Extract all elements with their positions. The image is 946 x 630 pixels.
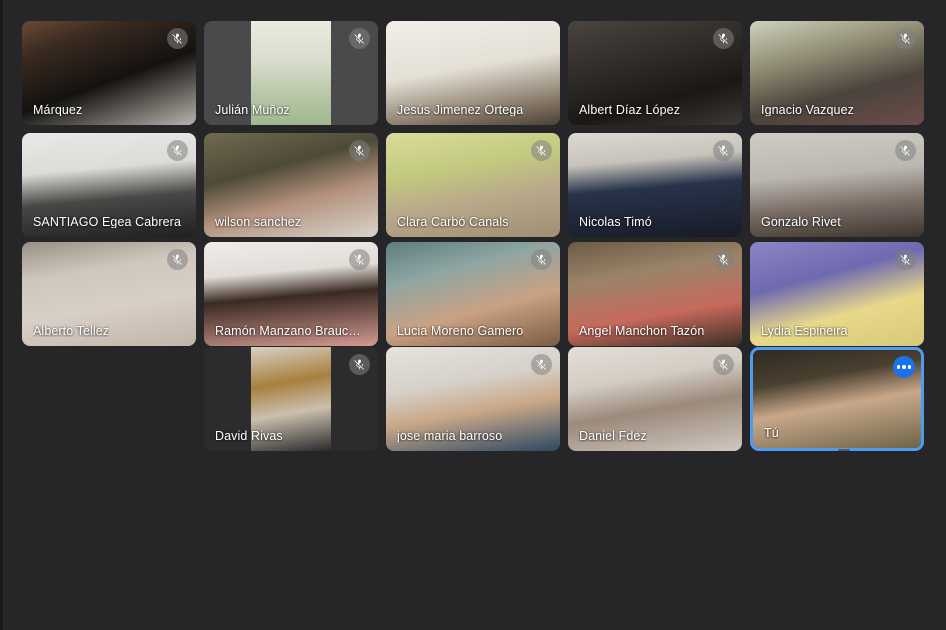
mic-muted-icon — [531, 354, 552, 375]
participant-tile[interactable]: jose maria barroso — [386, 347, 560, 451]
participant-tile[interactable]: Nicolas Timó — [568, 133, 742, 237]
mic-muted-icon — [895, 249, 916, 270]
mic-muted-icon — [531, 249, 552, 270]
mic-muted-icon — [713, 140, 734, 161]
participant-tile[interactable]: Angel Manchon Tazón — [568, 242, 742, 346]
self-tile-inner: Tú — [753, 350, 921, 448]
participant-tile[interactable]: Alberto Tellez — [22, 242, 196, 346]
mic-muted-icon — [349, 140, 370, 161]
toolbar-hint-indicator — [838, 449, 850, 451]
mic-muted-icon — [167, 28, 188, 49]
participant-tile[interactable]: Gonzalo Rivet — [750, 133, 924, 237]
mic-muted-icon — [167, 249, 188, 270]
mic-muted-icon — [895, 28, 916, 49]
mic-muted-icon — [531, 140, 552, 161]
participant-tile[interactable]: Julián Muñoz — [204, 21, 378, 125]
participant-tile[interactable]: wilson sanchez — [204, 133, 378, 237]
participant-video — [250, 21, 332, 125]
participant-tile[interactable]: SANTIAGO Egea Cabrera — [22, 133, 196, 237]
mic-muted-icon — [713, 249, 734, 270]
participant-tile[interactable]: Tú — [750, 347, 924, 451]
mic-muted-icon — [167, 140, 188, 161]
participant-tile[interactable]: Jesús Jimenez Ortega — [386, 21, 560, 125]
more-options-icon[interactable] — [893, 356, 915, 378]
participant-tile[interactable]: David Rivas — [204, 347, 378, 451]
mic-muted-icon — [895, 140, 916, 161]
participant-tile[interactable]: Lydia Espiñeira — [750, 242, 924, 346]
participant-tile[interactable]: Lucia Moreno Gamero — [386, 242, 560, 346]
mic-muted-icon — [349, 354, 370, 375]
participant-tile[interactable]: Clara Carbó Canals — [386, 133, 560, 237]
mic-muted-icon — [349, 28, 370, 49]
mic-muted-icon — [349, 249, 370, 270]
participant-video — [250, 347, 332, 451]
participant-tile[interactable]: Albert Díaz López — [568, 21, 742, 125]
participant-video — [386, 21, 560, 125]
participant-tile[interactable]: Márquez — [22, 21, 196, 125]
participant-tile[interactable]: Ramón Manzano Brauckm... — [204, 242, 378, 346]
video-grid: Márquez Julián Muñoz Jesús Jimenez Ortega A… — [3, 0, 946, 630]
participant-tile[interactable]: Daniel Fdez — [568, 347, 742, 451]
mic-muted-icon — [713, 354, 734, 375]
mic-muted-icon — [713, 28, 734, 49]
participant-tile[interactable]: Ignacio Vazquez — [750, 21, 924, 125]
